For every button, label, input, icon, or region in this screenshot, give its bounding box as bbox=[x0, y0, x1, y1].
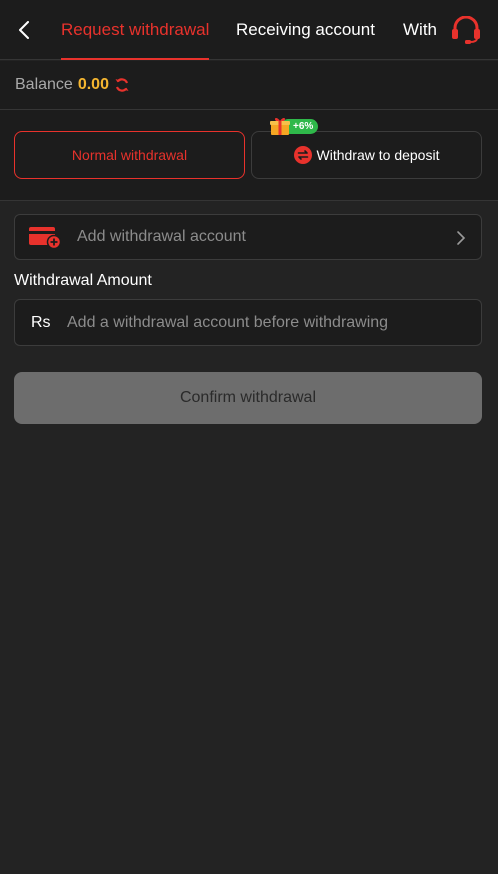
add-account-label: Add withdrawal account bbox=[77, 228, 246, 245]
withdraw-to-deposit-label: Withdraw to deposit bbox=[316, 147, 440, 163]
withdrawal-amount-title: Withdrawal Amount bbox=[14, 272, 152, 289]
gift-icon bbox=[270, 117, 290, 135]
chevron-left-icon bbox=[19, 21, 29, 39]
bank-card-add-icon bbox=[29, 227, 61, 249]
withdrawal-amount-field[interactable]: Rs bbox=[14, 299, 482, 346]
headset-icon bbox=[452, 15, 480, 44]
back-button[interactable] bbox=[12, 18, 36, 42]
tab-withdrawal-records[interactable]: With bbox=[403, 0, 437, 60]
withdrawal-amount-input[interactable] bbox=[65, 312, 481, 333]
normal-withdrawal-label: Normal withdrawal bbox=[71, 147, 188, 163]
balance-row: Balance 0.00 bbox=[0, 61, 498, 110]
exchange-icon bbox=[293, 146, 312, 164]
withdraw-to-deposit-option[interactable]: Withdraw to deposit bbox=[251, 131, 482, 179]
confirm-withdrawal-button[interactable]: Confirm withdrawal bbox=[14, 372, 482, 424]
normal-withdrawal-option[interactable]: Normal withdrawal bbox=[14, 131, 245, 179]
customer-support-button[interactable] bbox=[450, 15, 482, 44]
confirm-withdrawal-label: Confirm withdrawal bbox=[179, 389, 317, 406]
balance-label: Balance bbox=[15, 76, 73, 93]
refresh-icon[interactable] bbox=[114, 77, 130, 93]
tab-request-withdrawal[interactable]: Request withdrawal bbox=[61, 0, 210, 60]
balance-value: 0.00 bbox=[77, 76, 109, 93]
tab-receiving-account[interactable]: Receiving account bbox=[236, 0, 375, 60]
promo-bonus-badge: +6% bbox=[269, 116, 319, 136]
withdrawal-method-selector: Normal withdrawal Withdraw to deposit bbox=[0, 110, 498, 201]
add-withdrawal-account-button[interactable]: Add withdrawal account bbox=[14, 214, 482, 260]
currency-symbol: Rs bbox=[31, 313, 51, 331]
chevron-right-icon bbox=[457, 231, 466, 245]
top-nav-bar: Request withdrawal Receiving account Wit… bbox=[0, 0, 498, 60]
